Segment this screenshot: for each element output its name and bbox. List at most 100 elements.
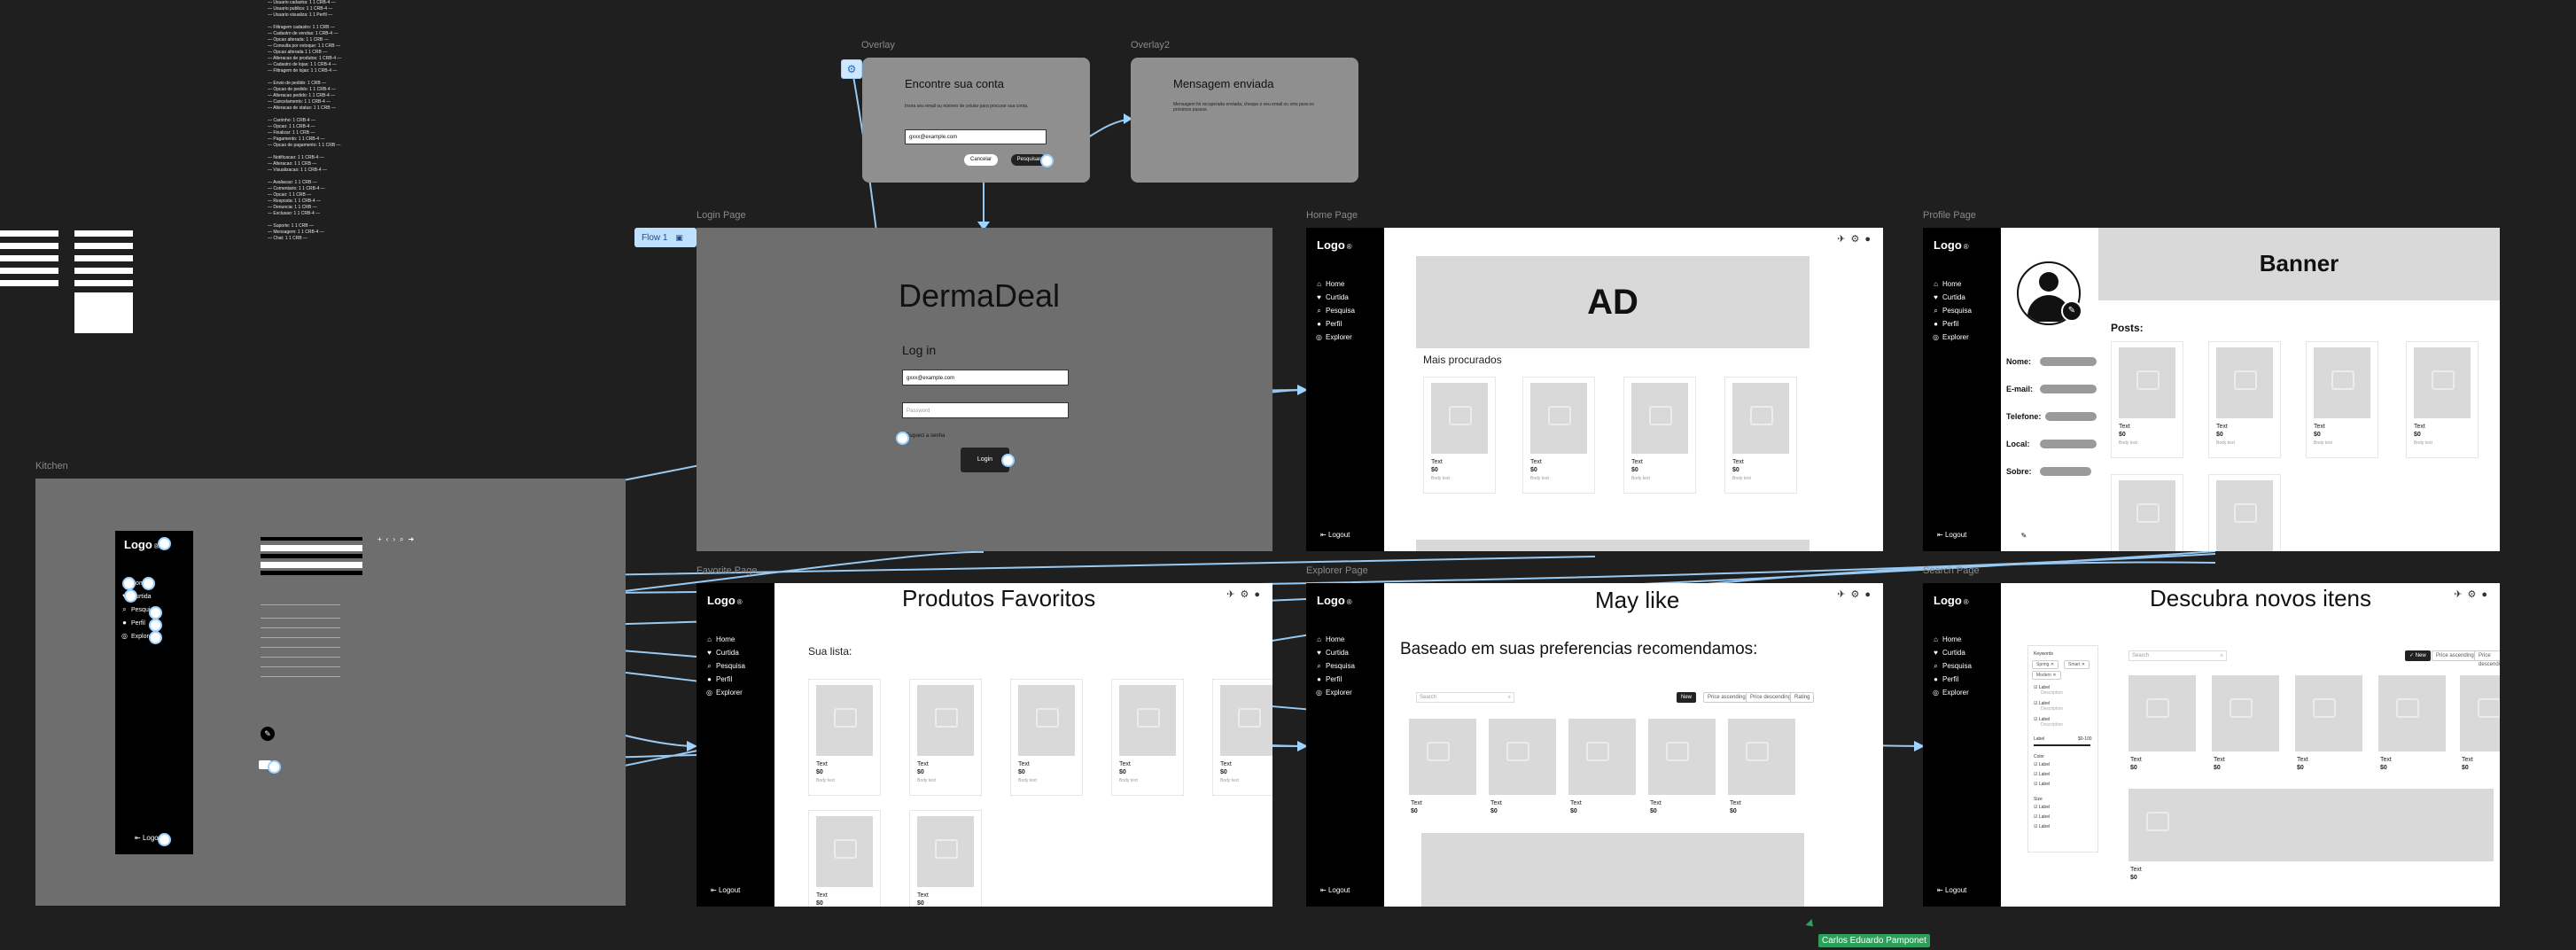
product-card[interactable]: Text $0 xyxy=(2378,675,2449,790)
product-card[interactable]: Text $0 xyxy=(1648,719,1719,834)
favorite-card[interactable]: Text $0 Body text xyxy=(1111,679,1184,796)
product-card[interactable]: Text $0 xyxy=(1489,719,1560,834)
nav-item-curtida[interactable]: ♥ Curtida xyxy=(1932,291,1972,304)
color-checkbox[interactable]: ☑ Label xyxy=(2034,772,2050,777)
logo[interactable]: Logo ® xyxy=(124,538,160,551)
gear-icon[interactable]: ⚙ xyxy=(2467,589,2481,600)
search-input[interactable]: Search ⌕ xyxy=(2129,650,2227,661)
product-card[interactable]: Text $0 xyxy=(2212,675,2283,790)
nav-item-home[interactable]: ⌂ Home xyxy=(705,633,745,646)
favorite-card[interactable]: Text $0 xyxy=(808,810,881,907)
login-email-input[interactable]: gxxx@example.com xyxy=(902,370,1069,385)
nav-item-perfil[interactable]: ● Perfil xyxy=(705,673,745,686)
logout-button[interactable]: ⇤ Logout xyxy=(1320,886,1350,894)
product-card[interactable]: Text $0 Body text xyxy=(1423,377,1496,494)
nav-item-explorer[interactable]: ◎ Explorer xyxy=(1315,331,1355,344)
edit-profile-button[interactable]: ✎ Editar xyxy=(2019,531,2054,541)
logout-button[interactable]: ⇤ Logout xyxy=(711,886,740,894)
overlay-email-input[interactable]: gxxx@example.com xyxy=(905,129,1047,144)
nav-item-pesquisa[interactable]: ⌕ Pesquisa xyxy=(1315,304,1355,317)
edit-avatar-icon[interactable]: ✎ xyxy=(2061,300,2082,322)
edit-icon[interactable]: ✎ xyxy=(261,727,275,741)
nav-item-curtida[interactable]: ♥ Curtida xyxy=(1315,646,1355,659)
post-card[interactable] xyxy=(2111,474,2183,551)
checkbox-row[interactable]: ☑ Label Description xyxy=(2034,717,2063,728)
filter-chip-price-desc[interactable]: Price descending xyxy=(2474,650,2500,667)
keyword-tag[interactable]: Smart ✕ xyxy=(2064,660,2090,669)
nav-item-explorer[interactable]: ◎ Explorer xyxy=(1932,331,1972,344)
logout-button[interactable]: ⇤ Logout xyxy=(1937,531,1966,539)
favorite-card[interactable]: Text $0 Body text xyxy=(1010,679,1083,796)
nav-item-pesquisa[interactable]: ⌕ Pesquisa xyxy=(1315,659,1355,673)
nav-item-curtida[interactable]: ♥ Curtida xyxy=(1932,646,1972,659)
nav-item-pesquisa[interactable]: ⌕ Pesquisa xyxy=(1932,659,1972,673)
forgot-password-link[interactable]: Esqueci a senha xyxy=(906,433,945,439)
nav-item-perfil[interactable]: ● Perfil xyxy=(1932,317,1972,331)
may-like-search-input[interactable]: Search ⌕ xyxy=(1416,692,1514,703)
product-card[interactable]: Text $0 xyxy=(1568,719,1639,834)
post-card[interactable] xyxy=(2208,474,2281,551)
favorite-card[interactable]: Text $0 Body text xyxy=(808,679,881,796)
product-card[interactable]: Text $0 xyxy=(2460,675,2500,790)
rocket-icon[interactable]: ✈ xyxy=(2454,589,2467,600)
rocket-icon[interactable]: ✈ xyxy=(1837,589,1850,600)
product-card[interactable]: Text $0 xyxy=(1409,719,1480,834)
color-checkbox[interactable]: ☑ Label xyxy=(2034,762,2050,767)
price-slider[interactable] xyxy=(2034,744,2090,746)
nav-item-explorer[interactable]: ◎ Explorer xyxy=(705,686,745,699)
nav-item-perfil[interactable]: ● Perfil xyxy=(1315,317,1355,331)
nav-item-perfil[interactable]: ● Perfil xyxy=(1315,673,1355,686)
user-icon[interactable]: ● xyxy=(1864,234,1876,245)
nav-item-perfil[interactable]: ● Perfil xyxy=(1932,673,1972,686)
filter-chip-price-asc[interactable]: Price ascending xyxy=(2432,650,2479,661)
checkbox-row[interactable]: ☑ Label Description xyxy=(2034,685,2063,696)
favorite-card[interactable]: Text $0 Body text xyxy=(909,679,982,796)
favorite-card[interactable]: Text $0 Body text xyxy=(1212,679,1272,796)
gear-icon[interactable]: ⚙ xyxy=(1240,589,1254,600)
size-checkbox[interactable]: ☑ Label xyxy=(2034,805,2050,810)
overlay-cancel-button[interactable]: Cancelar xyxy=(964,154,998,166)
keyword-tag[interactable]: Modern ✕ xyxy=(2032,671,2061,680)
logo[interactable]: Logo ® xyxy=(1934,594,1969,607)
product-card[interactable]: Text $0 Body text xyxy=(1522,377,1595,494)
filter-chip-price-asc[interactable]: Price ascending xyxy=(1703,692,1750,703)
logout-button[interactable]: ⇤ Logout xyxy=(1320,531,1350,539)
flow-1-badge[interactable]: Flow 1 ▣ xyxy=(634,228,697,247)
rocket-icon[interactable]: ✈ xyxy=(1837,234,1850,245)
nav-item-pesquisa[interactable]: ⌕ Pesquisa xyxy=(705,659,745,673)
checkbox-row[interactable]: ☑ Label Description xyxy=(2034,701,2063,712)
filter-chip-new[interactable]: New xyxy=(1677,692,1697,703)
rocket-icon[interactable]: ✈ xyxy=(1226,589,1240,600)
logo[interactable]: Logo ® xyxy=(1934,238,1969,252)
nav-item-home[interactable]: ⌂ Home xyxy=(1932,277,1972,291)
filter-chip-new[interactable]: ✓ New xyxy=(2405,650,2431,661)
overlay-trigger-icon[interactable]: ⚙ xyxy=(841,59,862,79)
nav-item-curtida[interactable]: ♥ Curtida xyxy=(705,646,745,659)
filter-chip-price-desc[interactable]: Price descending xyxy=(1746,692,1796,703)
profile-banner[interactable]: Banner xyxy=(2098,228,2500,300)
product-card[interactable]: Text $0 Body text xyxy=(1724,377,1797,494)
logo[interactable]: Logo ® xyxy=(707,594,743,607)
featured-card[interactable]: Text $0 xyxy=(2129,789,2500,886)
post-card[interactable]: Text $0 Body text xyxy=(2406,341,2479,458)
product-card[interactable]: Text $0 xyxy=(2129,675,2199,790)
post-card[interactable]: Text $0 Body text xyxy=(2111,341,2183,458)
logout-button[interactable]: ⇤ Logout xyxy=(1937,886,1966,894)
color-checkbox[interactable]: ☑ Label xyxy=(2034,782,2050,787)
login-password-input[interactable]: Password xyxy=(902,402,1069,418)
nav-item-explorer[interactable]: ◎ Explorer xyxy=(1315,686,1355,699)
nav-item-home[interactable]: ⌂ Home xyxy=(1315,633,1355,646)
post-card[interactable]: Text $0 Body text xyxy=(2306,341,2378,458)
logo[interactable]: Logo ® xyxy=(1317,594,1352,607)
keyword-tag[interactable]: Spring ✕ xyxy=(2032,660,2059,669)
favorite-card[interactable]: Text $0 xyxy=(909,810,982,907)
nav-item-home[interactable]: ⌂ Home xyxy=(1932,633,1972,646)
user-icon[interactable]: ● xyxy=(1864,589,1876,600)
ad-banner[interactable]: AD xyxy=(1416,256,1809,348)
nav-item-explorer[interactable]: ◎ Explorer xyxy=(1932,686,1972,699)
filter-chip-rating[interactable]: Rating xyxy=(1790,692,1815,703)
nav-item-pesquisa[interactable]: ⌕ Pesquisa xyxy=(1932,304,1972,317)
product-card[interactable]: Text $0 xyxy=(2295,675,2366,790)
user-icon[interactable]: ● xyxy=(2481,589,2493,600)
nav-item-home[interactable]: ⌂ Home xyxy=(1315,277,1355,291)
